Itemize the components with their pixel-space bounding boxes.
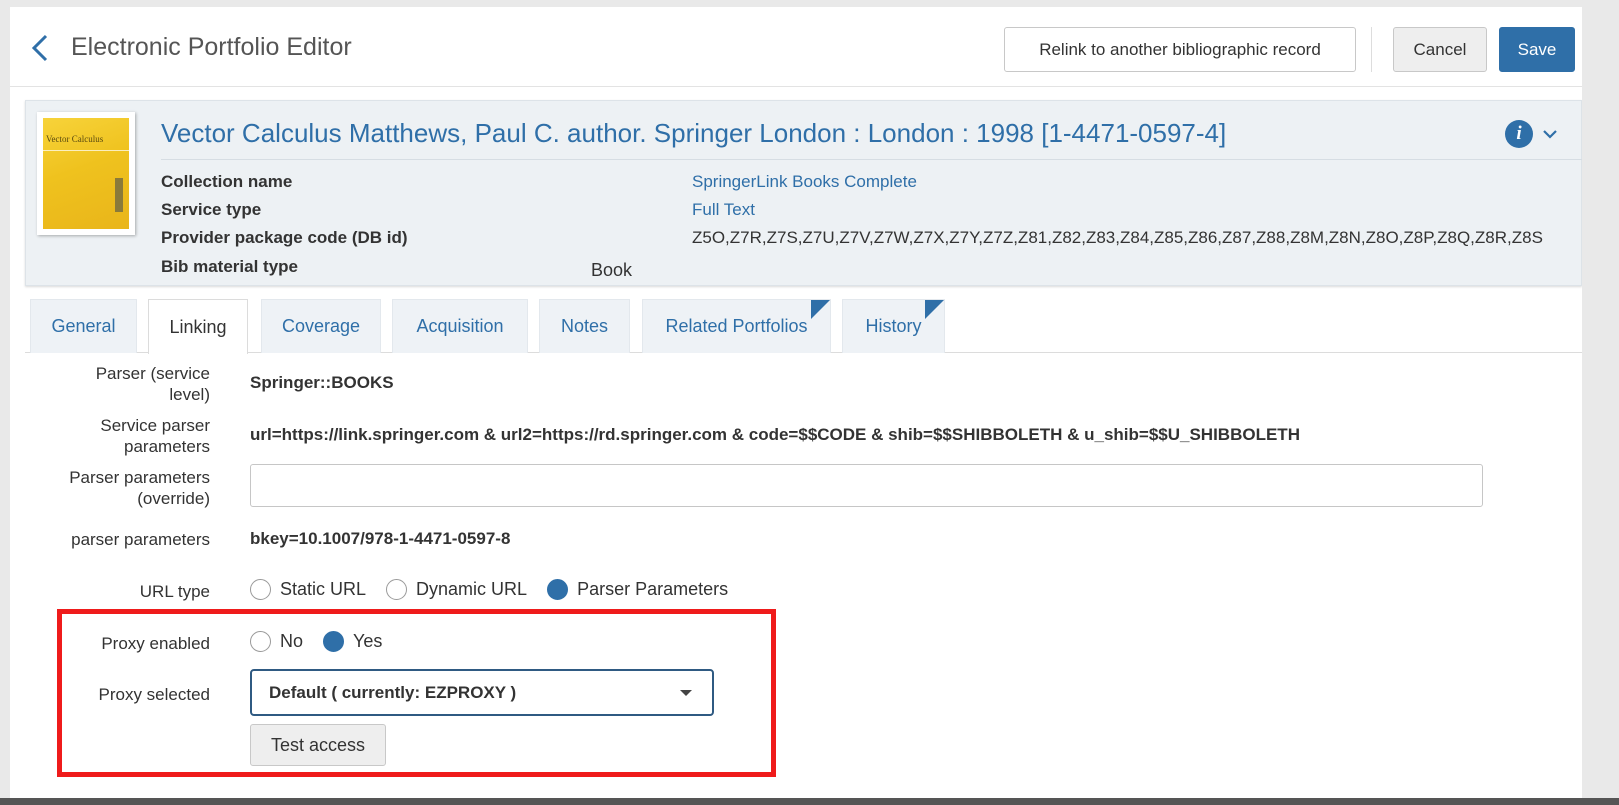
- url-type-dynamic-radio[interactable]: Dynamic URL: [386, 579, 527, 600]
- editor-header: Electronic Portfolio Editor Relink to an…: [10, 7, 1582, 87]
- relink-button[interactable]: Relink to another bibliographic record: [1004, 27, 1356, 72]
- chevron-down-icon[interactable]: [1539, 123, 1561, 145]
- parser-label: Parser (service level): [95, 364, 210, 404]
- book-cover-title: Vector Calculus: [46, 134, 104, 144]
- parser-parameters-value: bkey=10.1007/978-1-4471-0597-8: [250, 529, 511, 548]
- service-type-label: Service type: [161, 200, 262, 219]
- proxy-enabled-no-radio[interactable]: No: [250, 631, 303, 652]
- cancel-button[interactable]: Cancel: [1393, 27, 1487, 72]
- parser-parameters-label: parser parameters: [71, 530, 210, 549]
- proxy-enabled-yes-radio[interactable]: Yes: [323, 631, 382, 652]
- header-divider: [1371, 27, 1372, 72]
- card-divider: [161, 159, 1582, 160]
- parser-parameters-override-label: Parser parameters (override): [69, 468, 210, 508]
- book-cover-thumbnail: Vector Calculus: [37, 112, 135, 235]
- tab-corner-marker: [925, 300, 944, 319]
- url-type-label: URL type: [139, 582, 210, 601]
- url-type-parser-radio[interactable]: Parser Parameters: [547, 579, 728, 600]
- parser-value: Springer::BOOKS: [250, 373, 394, 392]
- service-parser-parameters-label: Service parser parameters: [100, 416, 210, 456]
- record-title[interactable]: Vector Calculus Matthews, Paul C. author…: [161, 118, 1226, 149]
- proxy-enabled-radio-group: No Yes: [250, 631, 402, 652]
- tab-notes[interactable]: Notes: [539, 299, 630, 353]
- test-access-button[interactable]: Test access: [250, 724, 386, 766]
- bib-material-type-label: Bib material type: [161, 257, 298, 276]
- proxy-enabled-label: Proxy enabled: [101, 634, 210, 653]
- parser-parameters-override-input[interactable]: [250, 464, 1483, 507]
- chevron-left-icon[interactable]: [28, 33, 54, 63]
- url-type-radio-group: Static URL Dynamic URL Parser Parameters: [250, 579, 748, 600]
- service-parser-parameters-value: url=https://link.springer.com & url2=htt…: [250, 425, 1300, 444]
- window-bottom-bar: [0, 798, 1619, 805]
- tab-acquisition[interactable]: Acquisition: [392, 299, 528, 353]
- tab-related-portfolios-label: Related Portfolios: [665, 316, 808, 336]
- editor-tabs: General Linking Coverage Acquisition Not…: [25, 299, 1582, 354]
- proxy-selected-label: Proxy selected: [98, 685, 211, 704]
- tab-coverage[interactable]: Coverage: [261, 299, 381, 353]
- collection-name-value[interactable]: SpringerLink Books Complete: [692, 172, 917, 192]
- record-summary-card: Vector Calculus Vector Calculus Matthews…: [25, 100, 1582, 286]
- tab-history-label: History: [865, 316, 922, 336]
- save-button[interactable]: Save: [1499, 27, 1575, 72]
- tab-related-portfolios[interactable]: Related Portfolios: [642, 299, 831, 353]
- bib-material-type-value: Book: [591, 260, 633, 280]
- info-icon[interactable]: i: [1505, 120, 1533, 148]
- tab-history[interactable]: History: [842, 299, 945, 353]
- tab-corner-marker: [811, 300, 830, 319]
- url-type-static-radio[interactable]: Static URL: [250, 579, 366, 600]
- page-title: Electronic Portfolio Editor: [71, 33, 352, 61]
- caret-down-icon: [680, 690, 692, 696]
- tab-general[interactable]: General: [30, 299, 137, 353]
- proxy-selected-value: Default ( currently: EZPROXY ): [269, 682, 517, 702]
- portfolio-editor-page: Electronic Portfolio Editor Relink to an…: [10, 7, 1582, 799]
- tab-linking[interactable]: Linking: [148, 299, 248, 354]
- proxy-selected-dropdown[interactable]: Default ( currently: EZPROXY ): [250, 669, 714, 716]
- provider-package-code-label: Provider package code (DB id): [161, 228, 408, 247]
- provider-package-code-value: Z5O,Z7R,Z7S,Z7U,Z7V,Z7W,Z7X,Z7Y,Z7Z,Z81,…: [692, 228, 1543, 247]
- collection-name-label: Collection name: [161, 172, 293, 191]
- service-type-value[interactable]: Full Text: [692, 200, 755, 220]
